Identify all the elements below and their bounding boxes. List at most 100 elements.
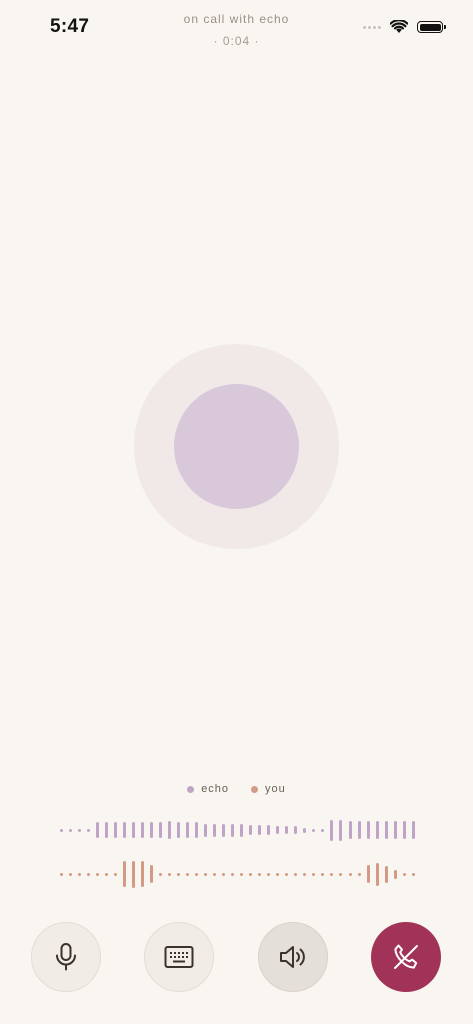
waveform-bar	[393, 821, 397, 839]
waveform-bar	[195, 822, 199, 838]
waveform-bar	[348, 821, 352, 839]
legend-item-echo: echo	[187, 783, 229, 795]
waveform-bar	[276, 826, 280, 834]
waveform-bar	[240, 823, 244, 837]
waveform-bar	[222, 823, 226, 837]
waveform-bar	[78, 828, 82, 832]
waveform-bar	[330, 819, 334, 841]
waveform-bar	[114, 872, 118, 876]
waveform-bar	[375, 821, 379, 839]
waveform-bar	[267, 872, 271, 876]
waveform-bar	[348, 872, 352, 876]
waveform-bar	[276, 872, 280, 876]
waveform-bar	[60, 828, 63, 832]
waveform-bar	[393, 869, 397, 879]
waveform-bar	[87, 828, 91, 832]
waveform-bar	[141, 861, 145, 887]
keyboard-icon	[164, 946, 194, 968]
waveform-bar	[357, 821, 361, 839]
waveform-legend: echo you	[0, 783, 473, 795]
waveform-bar	[294, 872, 298, 876]
waveform-bar	[375, 862, 379, 886]
waveform-bar	[123, 861, 127, 887]
waveform-bar	[249, 872, 253, 876]
waveform-bar	[357, 872, 361, 876]
mute-button[interactable]	[31, 922, 101, 992]
waveform-bar	[150, 865, 154, 883]
call-timer: · 0:04 ·	[213, 34, 260, 48]
waveform-bar	[177, 872, 181, 876]
waveform-bar	[303, 827, 307, 833]
waveform-bar	[204, 823, 208, 837]
waveform-bar	[177, 822, 181, 838]
waveform-bar	[78, 872, 82, 876]
waveform-bar	[411, 821, 415, 839]
waveform-bar	[96, 872, 100, 876]
waveform-bar	[168, 872, 172, 876]
cellular-signal-icon	[363, 25, 381, 29]
waveform-bar	[330, 872, 334, 876]
waveform-bar	[96, 822, 100, 838]
waveform-bar	[249, 825, 253, 835]
keypad-button[interactable]	[144, 922, 214, 992]
waveform-bar	[339, 819, 343, 841]
waveform-bar	[150, 822, 154, 838]
waveform-bar	[213, 823, 217, 837]
waveform-bar	[285, 826, 289, 834]
legend-you-label: you	[265, 783, 286, 795]
status-icons	[363, 19, 446, 35]
end-call-button[interactable]	[371, 922, 441, 992]
waveform-bar	[321, 872, 325, 876]
waveform-bar	[240, 872, 244, 876]
waveform-bar	[195, 872, 199, 876]
waveform-bar	[69, 872, 73, 876]
avatar	[174, 384, 299, 509]
waveform-bar	[258, 825, 262, 835]
waveform-bar	[222, 872, 226, 876]
waveform-bar	[312, 828, 316, 832]
battery-icon	[417, 21, 446, 33]
waveform-bar	[114, 822, 118, 838]
waveform-bar	[123, 822, 127, 838]
waveform-bar	[384, 821, 388, 839]
waveform-bar	[132, 822, 136, 838]
speaker-icon	[280, 946, 305, 968]
waveform-bar	[159, 872, 163, 876]
waveform-bar	[186, 822, 190, 838]
speaker-button[interactable]	[258, 922, 328, 992]
echo-dot-icon	[187, 785, 195, 793]
status-bar: 5:47 on call with echo · 0:04 ·	[0, 0, 473, 54]
waveform-bar	[159, 822, 163, 838]
waveform-bar	[339, 872, 343, 876]
waveform-bar	[186, 872, 190, 876]
waveform-bar	[285, 872, 289, 876]
waveform-bar	[294, 826, 298, 834]
waveform-bar	[132, 860, 136, 888]
waveform-bar	[411, 872, 415, 876]
waveform-bar	[87, 872, 91, 876]
waveform-bar	[402, 821, 406, 839]
phone-hangup-icon	[394, 944, 418, 969]
legend-item-you: you	[251, 783, 286, 795]
waveform-bar	[321, 828, 325, 832]
waveform-bar	[231, 872, 235, 876]
waveform-bar	[267, 825, 271, 835]
waveform-bar	[402, 872, 406, 876]
echo-waveform	[60, 815, 415, 845]
waveform-bar	[69, 828, 73, 832]
waveform-bar	[384, 865, 388, 883]
legend-echo-label: echo	[201, 783, 230, 795]
waveform-bar	[105, 872, 109, 876]
you-dot-icon	[251, 785, 259, 793]
waveform-bar	[141, 822, 145, 838]
you-waveform	[60, 858, 415, 890]
waveform-bar	[168, 821, 172, 839]
call-controls	[0, 922, 473, 994]
waveform-bar	[312, 872, 316, 876]
waveform-bar	[105, 822, 109, 838]
waveform-bar	[258, 872, 262, 876]
microphone-icon	[56, 943, 76, 971]
waveform-bar	[204, 872, 208, 876]
wifi-icon	[390, 20, 408, 33]
waveform-bar	[366, 865, 370, 883]
